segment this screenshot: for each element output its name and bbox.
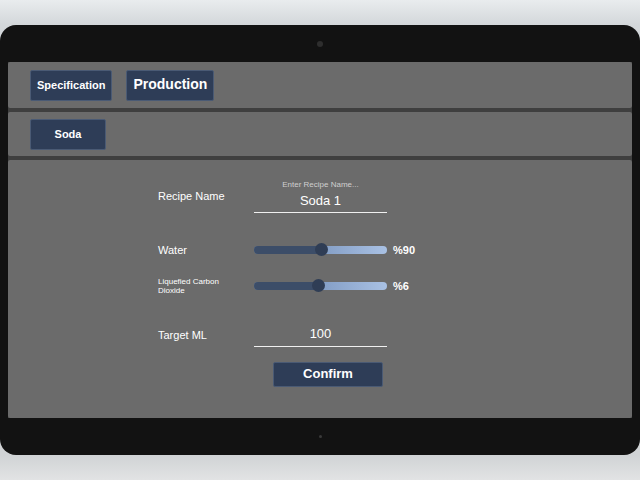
recipe-name-label: Recipe Name (158, 190, 254, 203)
slider-track[interactable] (254, 282, 387, 290)
ingredient-reading: %6 (387, 278, 447, 295)
target-field-wrap (254, 323, 387, 347)
recipe-name-row: Recipe Name Enter Recipe Name... (158, 180, 632, 213)
tab-bar: Specification Production (8, 62, 632, 108)
category-bar: Soda (8, 112, 632, 156)
tablet: Specification Production Soda Recipe Name… (0, 25, 640, 455)
ingredient-label: Liquefied Carbon Dioxide (158, 277, 230, 295)
slider-thumb[interactable] (312, 279, 325, 292)
slider-fill (254, 246, 321, 254)
target-input[interactable] (254, 323, 387, 347)
home-dot-icon (319, 435, 322, 438)
confirm-button[interactable]: Confirm (273, 362, 383, 387)
slider-thumb[interactable] (315, 243, 328, 256)
tab-button[interactable]: Specification (30, 70, 112, 101)
tab-button[interactable]: Production (126, 70, 214, 101)
recipe-name-field-wrap: Enter Recipe Name... (254, 180, 387, 213)
ingredient-row: Liquefied Carbon Dioxide %6 (158, 275, 632, 297)
target-row: Target ML (158, 323, 632, 347)
slider-track[interactable] (254, 246, 387, 254)
ingredient-label: Water (158, 244, 254, 257)
target-label: Target ML (158, 329, 254, 342)
camera-icon (317, 41, 323, 47)
recipe-form: Recipe Name Enter Recipe Name... Water %90 L… (8, 160, 632, 418)
screen: Specification Production Soda Recipe Name… (8, 62, 632, 418)
slider-fill (254, 282, 318, 290)
ingredient-row: Water %90 (158, 239, 632, 261)
recipe-name-input[interactable] (254, 190, 387, 214)
category-button[interactable]: Soda (30, 119, 106, 150)
button-row: Confirm (158, 362, 632, 387)
ingredient-reading: %90 (387, 242, 447, 259)
recipe-name-placeholder: Enter Recipe Name... (282, 180, 358, 190)
